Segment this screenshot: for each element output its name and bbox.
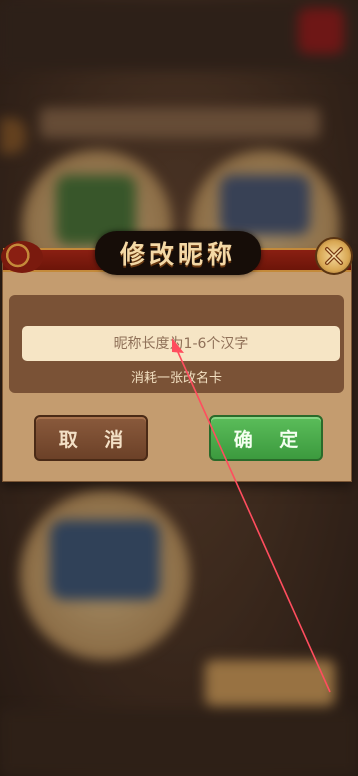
input-panel: 消耗一张改名卡 [9,295,344,393]
nickname-input[interactable] [22,326,340,361]
cancel-button[interactable]: 取 消 [34,415,148,461]
cancel-button-label: 取 消 [58,428,134,451]
rename-card-cost-note: 消耗一张改名卡 [130,371,222,386]
close-button[interactable] [315,237,353,275]
rename-dialog: 修改昵称 消耗一张改名卡 取 消 确 定 [1,231,353,482]
dialog-title-plate: 修改昵称 [95,231,261,275]
confirm-button-label: 确 定 [233,428,309,451]
confirm-button[interactable]: 确 定 [209,415,323,461]
cloud-ornament-icon [1,241,43,273]
close-x-icon [325,247,343,265]
dialog-title: 修改昵称 [119,240,236,269]
